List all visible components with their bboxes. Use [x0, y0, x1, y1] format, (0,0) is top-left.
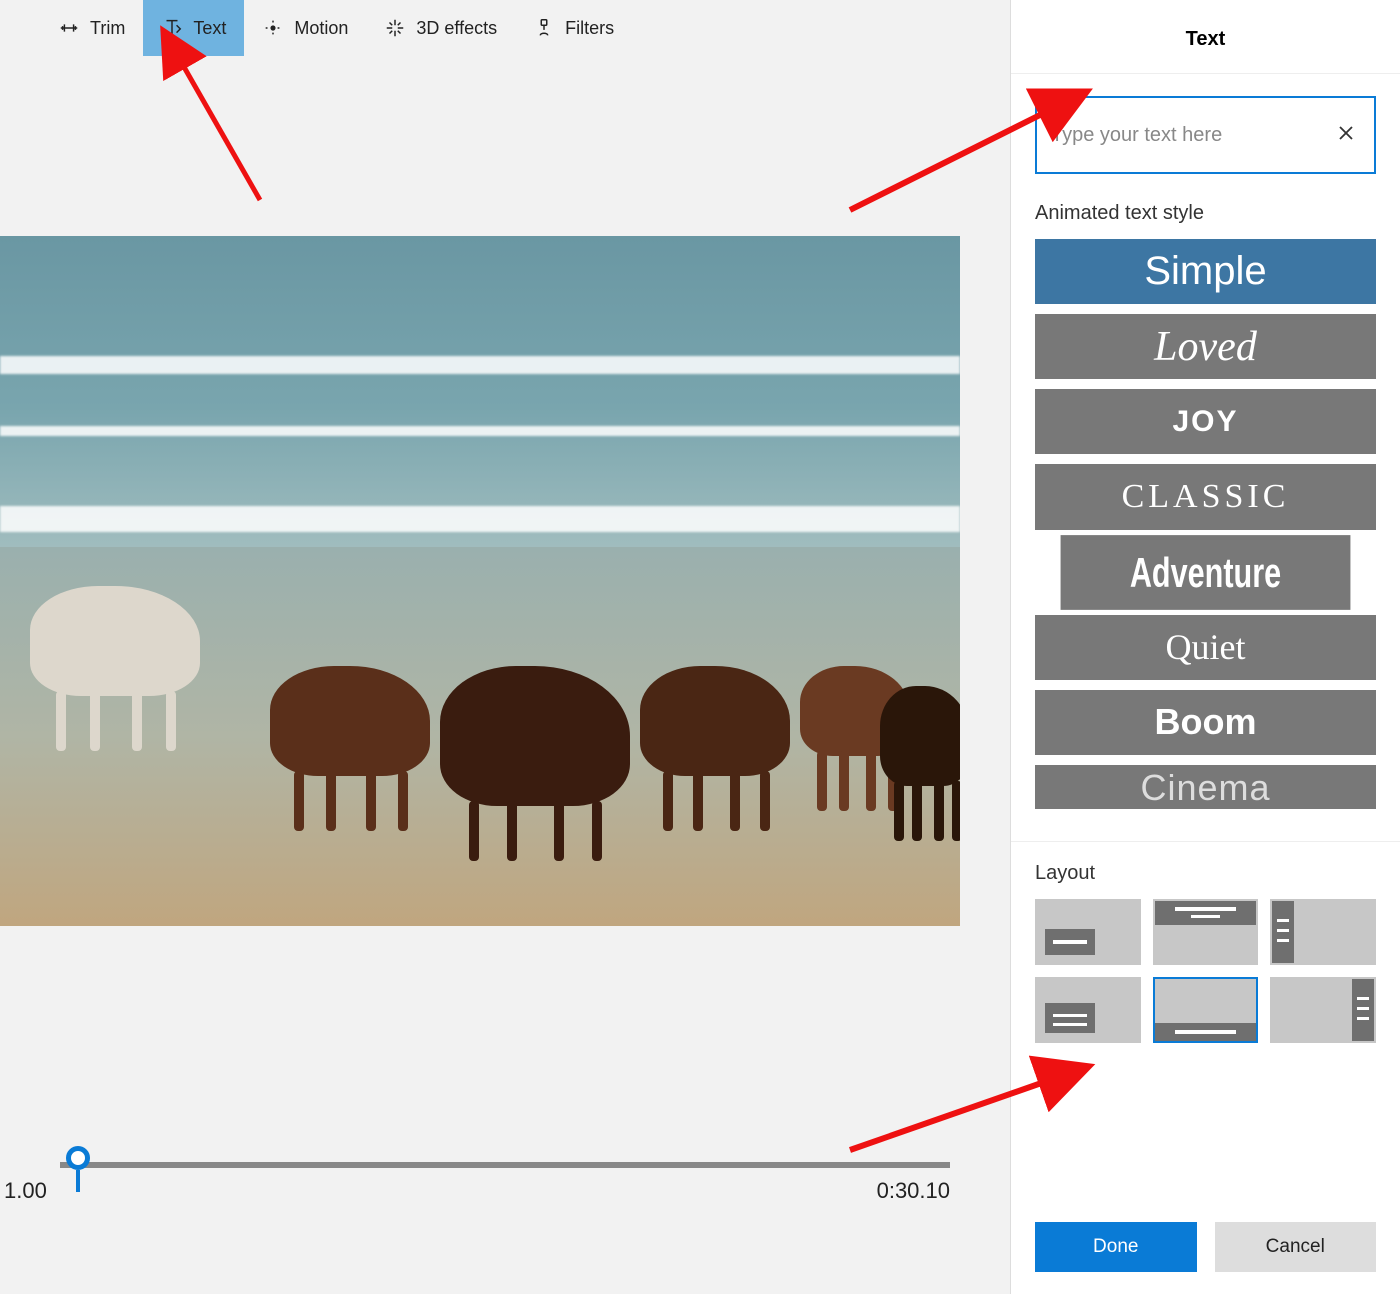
- layout-option-3[interactable]: [1270, 899, 1376, 965]
- sparkle-icon: [384, 17, 406, 39]
- text-label: Text: [193, 18, 226, 39]
- layout-option-2[interactable]: [1153, 899, 1259, 965]
- trim-button[interactable]: Trim: [40, 0, 143, 56]
- time-start: 1.00: [4, 1178, 47, 1204]
- style-loved[interactable]: Loved: [1035, 314, 1376, 379]
- text-icon: [161, 17, 183, 39]
- motion-button[interactable]: Motion: [244, 0, 366, 56]
- style-quiet[interactable]: Quiet: [1035, 615, 1376, 680]
- text-panel: Text Animated text style Simple Loved JO…: [1010, 0, 1400, 1294]
- time-end: 0:30.10: [877, 1178, 950, 1204]
- toolbar: Trim Text Motion 3D effects: [0, 0, 1010, 56]
- style-section-label: Animated text style: [1035, 202, 1376, 225]
- text-input[interactable]: [1051, 124, 1332, 147]
- video-preview[interactable]: [0, 236, 960, 926]
- panel-title: Text: [1011, 0, 1400, 74]
- style-classic[interactable]: CLASSIC: [1035, 464, 1376, 529]
- filters-button[interactable]: Filters: [515, 0, 632, 56]
- cancel-button[interactable]: Cancel: [1215, 1222, 1377, 1272]
- text-button[interactable]: Text: [143, 0, 244, 56]
- 3d-effects-button[interactable]: 3D effects: [366, 0, 515, 56]
- done-button[interactable]: Done: [1035, 1222, 1197, 1272]
- filters-label: Filters: [565, 18, 614, 39]
- style-list: Simple Loved JOY CLASSIC Adventure Quiet…: [1035, 239, 1376, 809]
- text-input-wrap: [1035, 96, 1376, 174]
- style-boom[interactable]: Boom: [1035, 690, 1376, 755]
- layout-grid: [1035, 899, 1376, 1043]
- style-adventure[interactable]: Adventure: [1061, 535, 1351, 610]
- playhead-handle[interactable]: [66, 1146, 90, 1170]
- filters-icon: [533, 17, 555, 39]
- timeline: 1.00 0:30.10: [0, 1162, 1010, 1204]
- layout-option-6[interactable]: [1270, 977, 1376, 1043]
- style-simple[interactable]: Simple: [1035, 239, 1376, 304]
- timeline-track[interactable]: [60, 1162, 950, 1168]
- trim-label: Trim: [90, 18, 125, 39]
- layout-section-label: Layout: [1035, 862, 1376, 885]
- style-joy[interactable]: JOY: [1035, 389, 1376, 454]
- trim-icon: [58, 17, 80, 39]
- layout-option-5[interactable]: [1153, 977, 1259, 1043]
- motion-icon: [262, 17, 284, 39]
- style-cinema[interactable]: Cinema: [1035, 765, 1376, 809]
- playhead-stem: [76, 1170, 80, 1192]
- layout-option-1[interactable]: [1035, 899, 1141, 965]
- motion-label: Motion: [294, 18, 348, 39]
- 3d-label: 3D effects: [416, 18, 497, 39]
- layout-option-4[interactable]: [1035, 977, 1141, 1043]
- clear-text-button[interactable]: [1332, 118, 1360, 153]
